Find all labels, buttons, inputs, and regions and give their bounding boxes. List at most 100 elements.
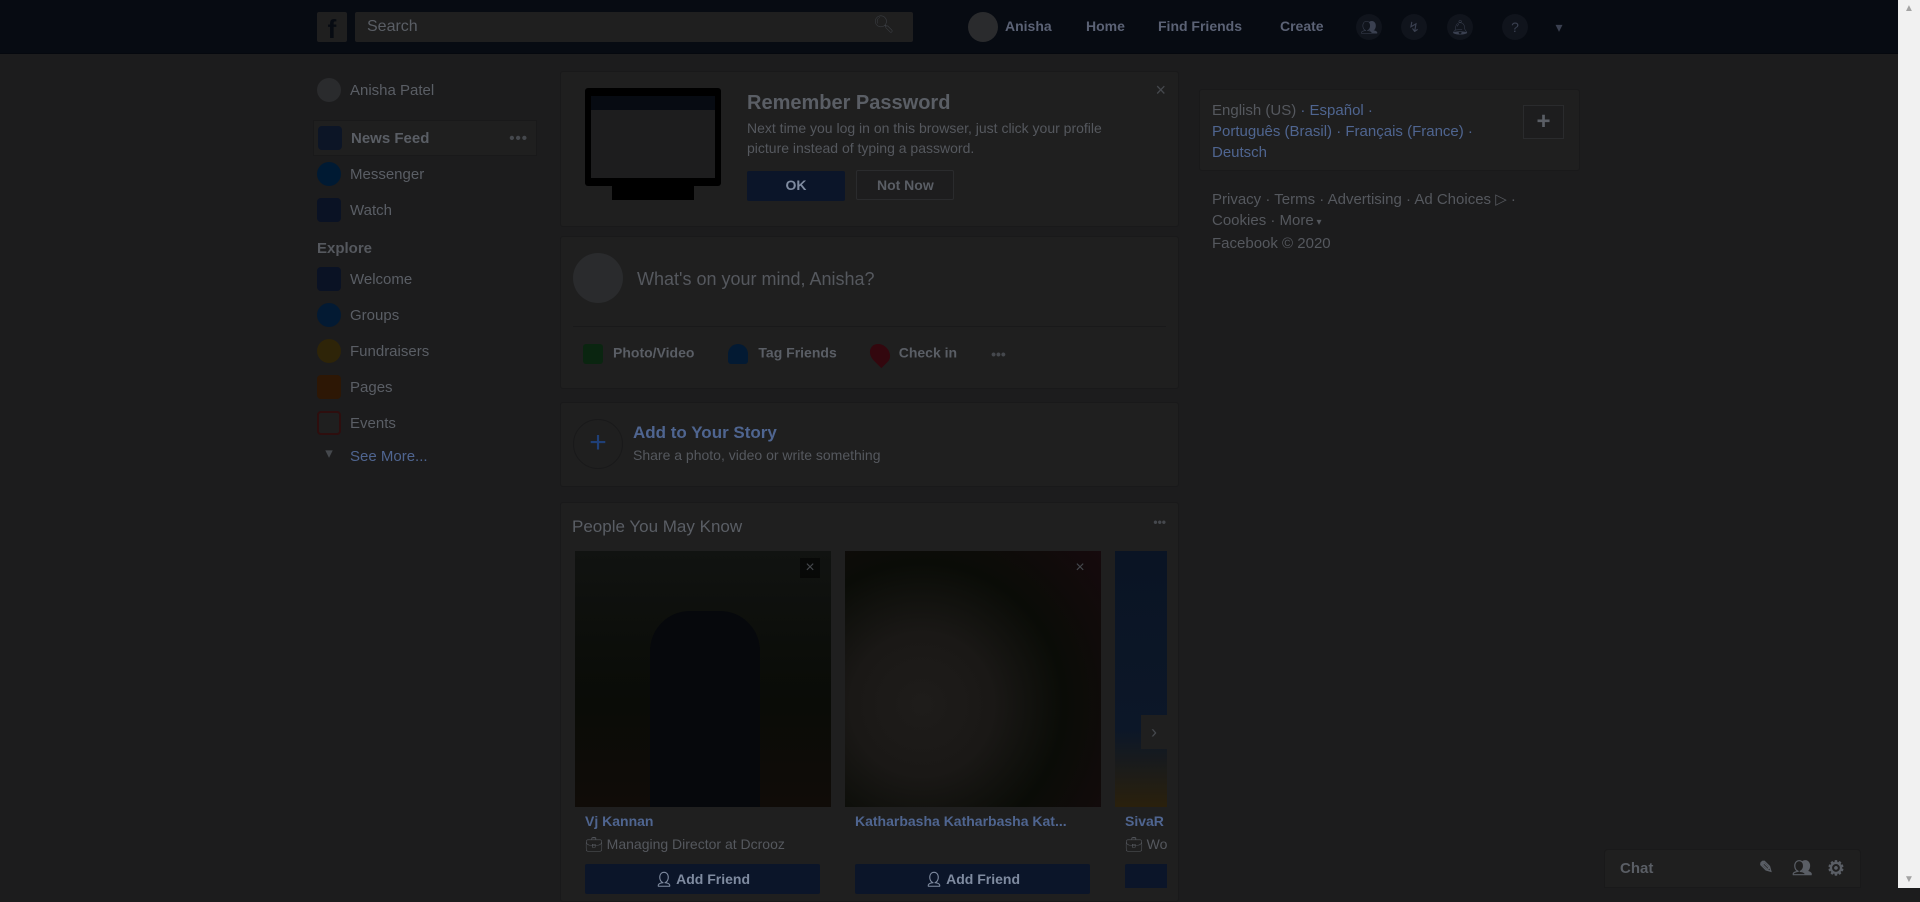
sidebar-item-news-feed[interactable]: News Feed •••: [313, 120, 537, 156]
copyright: Facebook © 2020: [1212, 235, 1331, 252]
chat-bar[interactable]: Chat ✎ 👥︎ ⚙: [1604, 849, 1861, 888]
chat-label: Chat: [1620, 860, 1654, 877]
profile-link[interactable]: Anisha: [1005, 18, 1052, 34]
more-icon[interactable]: •••: [991, 346, 1006, 362]
sidebar-item-label: News Feed: [351, 129, 430, 147]
tag-friends-button[interactable]: Tag Friends: [728, 344, 837, 364]
ad-choices-icon: ▷: [1491, 191, 1507, 208]
language-current: English (US): [1212, 102, 1297, 119]
find-friends-link[interactable]: Find Friends: [1158, 18, 1242, 34]
story-card[interactable]: + Add to Your Story Share a photo, video…: [560, 402, 1179, 487]
search-input[interactable]: [355, 12, 913, 42]
sidebar-item-label: Pages: [350, 378, 393, 396]
news-feed-icon: [318, 126, 342, 150]
composer-card: What's on your mind, Anisha? Photo/Video…: [560, 236, 1179, 389]
privacy-link[interactable]: Privacy: [1212, 191, 1261, 208]
create-link[interactable]: Create: [1280, 18, 1324, 34]
search-icon[interactable]: 🔍︎: [873, 15, 895, 35]
story-title: Add to Your Story: [633, 423, 777, 442]
help-icon[interactable]: ?: [1502, 14, 1528, 40]
create-group-icon[interactable]: 👥︎: [1792, 858, 1812, 878]
caret-icon: ▾: [1313, 217, 1322, 228]
add-friend-label: Add Friend: [676, 871, 751, 887]
person-work: 💼︎ Managing Director at Dcrooz: [585, 836, 785, 852]
sidebar-item-groups[interactable]: Groups: [317, 297, 537, 333]
sidebar-item-label: Fundraisers: [350, 342, 430, 360]
not-now-button[interactable]: Not Now: [856, 170, 955, 200]
avatar: [573, 253, 623, 303]
photo-video-label: Photo/Video: [613, 344, 695, 361]
work-text: Managing Director at Dcrooz: [606, 836, 785, 852]
sidebar-item-fundraisers[interactable]: Fundraisers: [317, 333, 537, 369]
close-icon[interactable]: ×: [1155, 80, 1166, 101]
add-language-button[interactable]: +: [1523, 105, 1564, 139]
messenger-icon: [317, 162, 341, 186]
location-pin-icon: [865, 339, 894, 369]
facebook-logo-icon[interactable]: f: [317, 12, 347, 42]
language-card: English (US) · Español · Português (Bras…: [1199, 89, 1580, 171]
pymk-title: People You May Know: [572, 517, 743, 536]
sidebar-profile[interactable]: Anisha Patel: [317, 72, 537, 108]
language-link[interactable]: Español: [1310, 102, 1364, 119]
sidebar-item-watch[interactable]: Watch: [317, 192, 537, 228]
sidebar-item-pages[interactable]: Pages: [317, 369, 537, 405]
person-work: 💼︎ Wo: [1125, 836, 1167, 852]
composer-input[interactable]: What's on your mind, Anisha?: [637, 269, 875, 290]
remember-password-card: Remember Password Next time you log in o…: [560, 71, 1179, 227]
more-icon[interactable]: •••: [509, 130, 528, 147]
person-name[interactable]: Vj Kannan: [585, 813, 820, 829]
advertising-link[interactable]: Advertising: [1328, 191, 1402, 208]
sidebar-item-label: Watch: [350, 201, 392, 219]
chevron-right-icon[interactable]: ›: [1141, 715, 1167, 749]
groups-icon: [317, 303, 341, 327]
person-photo[interactable]: [845, 551, 1101, 807]
person-photo[interactable]: [1115, 551, 1167, 807]
avatar[interactable]: [968, 12, 998, 42]
add-friend-button[interactable]: 👤︎ Add Friend: [855, 864, 1090, 894]
fundraisers-icon: [317, 339, 341, 363]
ok-button[interactable]: OK: [747, 171, 845, 201]
chevron-down-icon[interactable]: ▾: [1546, 14, 1572, 40]
top-bar: f 🔍︎ Anisha Home Find Friends Create 👥︎ …: [0, 0, 1898, 54]
scroll-down-icon[interactable]: ▼: [1904, 874, 1914, 885]
person-name[interactable]: SivaR: [1125, 813, 1164, 829]
close-icon[interactable]: ×: [1070, 558, 1090, 578]
friend-requests-icon[interactable]: 👥︎: [1356, 14, 1382, 40]
language-link[interactable]: Português (Brasil): [1212, 123, 1332, 140]
language-link[interactable]: Français (France): [1345, 123, 1463, 140]
more-link[interactable]: More: [1280, 212, 1314, 229]
avatar: [317, 78, 341, 102]
sidebar-item-label: Groups: [350, 306, 400, 324]
remember-title: Remember Password: [747, 92, 951, 114]
messenger-icon[interactable]: ↯: [1401, 14, 1427, 40]
scrollbar[interactable]: ▲ ▼: [1898, 0, 1920, 888]
photo-video-button[interactable]: Photo/Video: [583, 344, 694, 364]
ad-choices-link[interactable]: Ad Choices: [1414, 191, 1491, 208]
sidebar-item-welcome[interactable]: Welcome: [317, 261, 537, 297]
sidebar-item-events[interactable]: Events: [317, 405, 537, 441]
left-sidebar: Anisha Patel News Feed ••• Messenger Watc…: [313, 72, 537, 471]
close-icon[interactable]: ×: [800, 558, 820, 578]
language-link[interactable]: Deutsch: [1212, 144, 1267, 161]
new-message-icon[interactable]: ✎: [1759, 858, 1773, 878]
add-friend-button[interactable]: [1125, 864, 1167, 888]
check-in-label: Check in: [898, 344, 958, 361]
settings-gear-icon[interactable]: ⚙: [1827, 856, 1845, 881]
sidebar-item-messenger[interactable]: Messenger: [317, 156, 537, 192]
add-friend-button[interactable]: 👤︎ Add Friend: [585, 864, 820, 894]
cookies-link[interactable]: Cookies: [1212, 212, 1266, 229]
see-more-link[interactable]: ▾ See More...: [317, 441, 537, 471]
scroll-up-icon[interactable]: ▲: [1904, 3, 1914, 14]
profile-name: Anisha Patel: [350, 81, 435, 99]
flag-icon: [317, 375, 341, 399]
chevron-down-icon: ▾: [325, 445, 333, 462]
more-icon[interactable]: •••: [1153, 515, 1166, 529]
notifications-icon[interactable]: 🔔︎: [1447, 14, 1473, 40]
check-in-button[interactable]: Check in: [865, 339, 958, 369]
sidebar-item-label: Events: [350, 414, 396, 432]
home-link[interactable]: Home: [1086, 18, 1125, 34]
person-photo[interactable]: [575, 551, 831, 807]
add-friend-label: Add Friend: [946, 871, 1021, 887]
person-name[interactable]: Katharbasha Katharbasha Kat...: [855, 813, 1090, 829]
terms-link[interactable]: Terms: [1274, 191, 1315, 208]
